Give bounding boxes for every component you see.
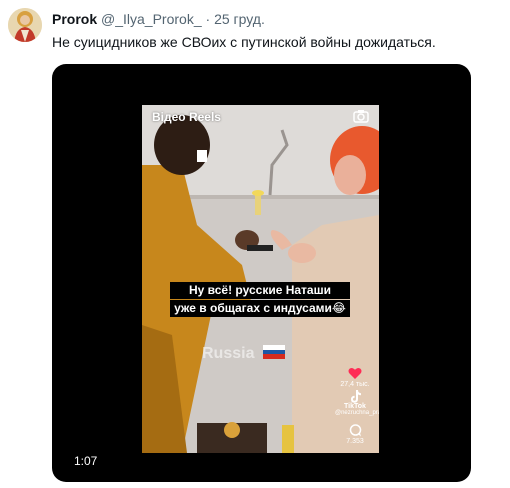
russia-flag-icon [262, 345, 285, 359]
video-duration: 1:07 [74, 454, 98, 468]
tweet-header: Prorok @_Ilya_Prorok_ · 25 груд. [52, 10, 265, 28]
video-player[interactable]: Відео Reels Ну всё! русские Наташи уже в… [52, 64, 471, 482]
like-count: 27,4 тыс. [340, 381, 370, 388]
tiktok-label: TikTok [344, 403, 366, 410]
watermark-text: Russia [202, 345, 255, 362]
tiktok-icon [351, 390, 361, 403]
video-side-actions: 27,4 тыс. TikTok @nezruchna_pravda 7.353 [335, 367, 379, 445]
tweet-date[interactable]: 25 груд. [214, 11, 265, 27]
video-caption: Ну всё! русские Наташи уже в общагах с и… [170, 282, 350, 318]
author-name[interactable]: Prorok [52, 11, 97, 27]
reels-label: Відео Reels [152, 110, 221, 124]
avatar-icon [8, 8, 42, 42]
tiktok-username: @nezruchna_pravda [335, 410, 379, 416]
tweet-text: Не суицидников же СВОих с путинской войн… [52, 34, 436, 50]
comment-count: 7.353 [346, 438, 364, 445]
video-frame[interactable]: Відео Reels Ну всё! русские Наташи уже в… [142, 105, 379, 453]
avatar[interactable] [8, 8, 42, 42]
camera-icon[interactable] [353, 109, 369, 123]
separator: · [205, 11, 211, 27]
comment-icon[interactable] [349, 424, 362, 437]
caption-line-1: Ну всё! русские Наташи [170, 282, 350, 299]
heart-icon[interactable] [348, 367, 362, 380]
author-handle[interactable]: @_Ilya_Prorok_ [101, 11, 202, 27]
tweet[interactable]: Prorok @_Ilya_Prorok_ · 25 груд. Не суиц… [0, 0, 510, 488]
caption-line-2: уже в общагах с индусами😂 [170, 300, 350, 317]
video-watermark: Russia [202, 345, 285, 363]
